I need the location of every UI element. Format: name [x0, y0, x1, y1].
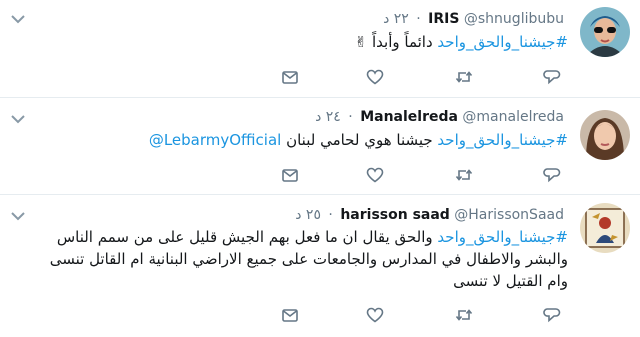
tweet-body-text: دائماً وأبداً ✌	[354, 33, 438, 51]
timestamp[interactable]: ٢٥ د	[295, 207, 321, 223]
like-icon[interactable]	[365, 165, 385, 185]
avatar[interactable]	[580, 203, 630, 253]
tweet-actions	[280, 165, 562, 185]
author-name[interactable]: Manalelreda	[360, 109, 458, 125]
tweet-header: Manalelreda @manalelreda · ٢٤ د	[315, 108, 568, 126]
tweet-feed: IRIS @shnuglibubu · ٢٢ د #جيشنا_والحق_وا…	[0, 0, 640, 337]
reply-icon[interactable]	[542, 67, 562, 87]
tweet-text: #جيشنا_والحق_واحد والحق يقال ان ما فعل ب…	[50, 226, 568, 292]
tweet-body-text: جيشنا هوي لحامي لبنان	[281, 131, 438, 149]
avatar[interactable]	[580, 7, 630, 57]
reply-icon[interactable]	[542, 165, 562, 185]
hashtag-link[interactable]: #جيشنا_والحق_واحد	[437, 131, 568, 149]
tweet-text: #جيشنا_والحق_واحد دائماً وأبداً ✌	[355, 31, 568, 53]
reply-icon[interactable]	[542, 305, 562, 325]
tweet-line: #جيشنا_والحق_واحد والحق يقال ان ما فعل ب…	[50, 226, 568, 248]
author-handle[interactable]: @HarissonSaad	[454, 207, 564, 223]
timestamp[interactable]: ٢٤ د	[315, 109, 341, 125]
message-icon[interactable]	[280, 165, 300, 185]
hashtag-link[interactable]: #جيشنا_والحق_واحد	[437, 228, 568, 246]
tweet-header: harisson saad @HarissonSaad · ٢٥ د	[295, 206, 568, 224]
chevron-down-icon[interactable]	[8, 112, 28, 126]
message-icon[interactable]	[280, 67, 300, 87]
tweet-actions	[280, 305, 562, 325]
chevron-down-icon[interactable]	[8, 209, 28, 223]
timestamp[interactable]: ٢٢ د	[383, 11, 409, 27]
author-handle[interactable]: @manalelreda	[462, 109, 564, 125]
hashtag-link[interactable]: #جيشنا_والحق_واحد	[437, 33, 568, 51]
tweet-header: IRIS @shnuglibubu · ٢٢ د	[383, 10, 568, 28]
author-name[interactable]: harisson saad	[340, 207, 450, 223]
like-icon[interactable]	[365, 67, 385, 87]
tweet-body-text: والحق يقال ان ما فعل بهم الجيش قليل على …	[56, 228, 438, 246]
retweet-icon[interactable]	[454, 305, 474, 325]
like-icon[interactable]	[365, 305, 385, 325]
separator-dot: ·	[328, 207, 333, 223]
avatar[interactable]	[580, 110, 630, 160]
author-name[interactable]: IRIS	[428, 11, 459, 27]
tweet[interactable]: IRIS @shnuglibubu · ٢٢ د #جيشنا_والحق_وا…	[0, 0, 640, 98]
retweet-icon[interactable]	[454, 165, 474, 185]
tweet-actions	[280, 67, 562, 87]
tweet[interactable]: harisson saad @HarissonSaad · ٢٥ د #جيشن…	[0, 195, 640, 337]
tweet-line: وام القتيل لا تنسى	[453, 272, 568, 290]
tweet[interactable]: Manalelreda @manalelreda · ٢٤ د #جيشنا_و…	[0, 98, 640, 195]
retweet-icon[interactable]	[454, 67, 474, 87]
separator-dot: ·	[348, 109, 353, 125]
mention-link[interactable]: @LebarmyOfficial	[149, 131, 282, 149]
separator-dot: ·	[416, 11, 421, 27]
tweet-text: #جيشنا_والحق_واحد جيشنا هوي لحامي لبنان …	[149, 129, 568, 151]
author-handle[interactable]: @shnuglibubu	[464, 11, 564, 27]
chevron-down-icon[interactable]	[8, 12, 28, 26]
tweet-line: والبشر والاطفال في المدارس والجامعات على…	[49, 250, 568, 268]
message-icon[interactable]	[280, 305, 300, 325]
